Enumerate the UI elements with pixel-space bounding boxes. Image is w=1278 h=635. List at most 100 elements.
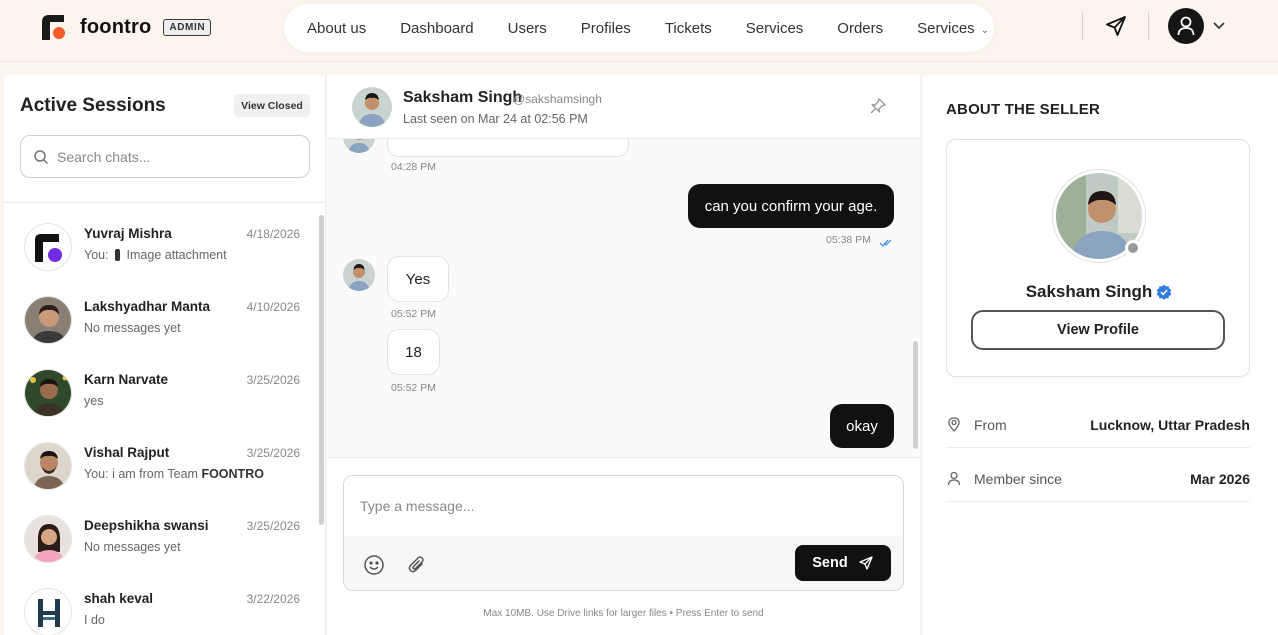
session-date: 4/10/2026 xyxy=(246,300,300,314)
message-input[interactable] xyxy=(344,476,903,536)
status-indicator xyxy=(1125,240,1141,256)
user-avatar-button[interactable] xyxy=(1168,8,1204,44)
send-button-label: Send xyxy=(812,555,848,571)
composer-toolbar: Send xyxy=(344,536,903,590)
session-item[interactable]: Deepshikha swansi 3/25/2026 No messages … xyxy=(4,507,318,577)
session-preview: You: i am from Team FOONTRO xyxy=(84,467,264,481)
message-time: 05:38 PM xyxy=(826,234,871,246)
message-bubble-outgoing: okay xyxy=(830,404,894,448)
nav-about-us[interactable]: About us xyxy=(307,20,366,37)
seller-card: Saksham Singh View Profile xyxy=(946,139,1250,377)
session-date: 3/25/2026 xyxy=(246,373,300,387)
avatar[interactable] xyxy=(352,87,392,127)
read-receipt-icon xyxy=(879,235,893,253)
message-bubble-incoming xyxy=(387,139,629,157)
seller-panel: ABOUT THE SELLER Saksham Singh View Prof… xyxy=(921,75,1278,635)
search-input[interactable] xyxy=(57,145,297,169)
message-list: 04:28 PM can you confirm your age. 05:38… xyxy=(327,139,920,457)
search-box xyxy=(20,135,310,178)
session-item[interactable]: shah keval 3/22/2026 I do xyxy=(4,580,318,635)
admin-badge: ADMIN xyxy=(163,18,212,36)
chat-header: Saksham Singh @sakshamsingh Last seen on… xyxy=(327,75,920,139)
avatar xyxy=(24,369,72,417)
seller-info-member-since: Member since Mar 2026 xyxy=(946,456,1250,502)
brand-name: foontro xyxy=(80,15,152,38)
session-list: Yuvraj Mishra 4/18/2026 You: Image attac… xyxy=(4,207,318,635)
send-button[interactable]: Send xyxy=(795,545,891,581)
nav-services-dropdown[interactable]: Services ⌄ xyxy=(917,20,989,37)
session-item[interactable]: Lakshyadhar Manta 4/10/2026 No messages … xyxy=(4,288,318,358)
user-icon xyxy=(1177,16,1195,36)
session-name: Karn Narvate xyxy=(84,372,169,387)
send-paper-plane-icon[interactable] xyxy=(1104,14,1128,38)
view-profile-button[interactable]: View Profile xyxy=(971,310,1225,350)
session-name: shah keval xyxy=(84,591,154,606)
from-label: From xyxy=(974,417,1007,433)
user-icon xyxy=(946,470,962,486)
chat-contact-name: Saksham Singh xyxy=(403,89,523,106)
foontro-logo-icon xyxy=(40,14,66,40)
session-preview: You: Image attachment xyxy=(84,248,227,262)
nav-orders[interactable]: Orders xyxy=(837,20,883,37)
session-date: 3/22/2026 xyxy=(246,592,300,606)
last-seen: Last seen on Mar 24 at 02:56 PM xyxy=(403,112,588,126)
chat-contact-handle: @sakshamsingh xyxy=(513,92,602,106)
emoji-icon[interactable] xyxy=(363,554,385,576)
message-bubble-incoming: Yes xyxy=(387,256,449,302)
nav-services[interactable]: Services xyxy=(746,20,804,37)
divider xyxy=(4,202,326,203)
nav-divider xyxy=(1082,12,1083,40)
chevron-down-icon[interactable] xyxy=(1212,18,1226,32)
session-date: 3/25/2026 xyxy=(246,446,300,460)
preview-prefix: You: xyxy=(84,248,109,262)
member-since-value: Mar 2026 xyxy=(1190,471,1250,487)
session-name: Vishal Rajput xyxy=(84,445,170,460)
session-preview: No messages yet xyxy=(84,540,181,554)
avatar xyxy=(24,515,72,563)
from-value: Lucknow, Uttar Pradesh xyxy=(1090,417,1250,433)
avatar xyxy=(24,442,72,490)
preview-brand: FOONTRO xyxy=(201,467,264,481)
chevron-down-icon: ⌄ xyxy=(980,24,990,36)
message-time: 05:52 PM xyxy=(391,308,436,320)
nav-users[interactable]: Users xyxy=(508,20,547,37)
location-pin-icon xyxy=(946,416,962,432)
image-attachment-icon xyxy=(115,249,121,261)
nav-dashboard[interactable]: Dashboard xyxy=(400,20,473,37)
pin-icon[interactable] xyxy=(869,97,887,115)
paperclip-icon[interactable] xyxy=(406,554,428,576)
avatar xyxy=(24,223,72,271)
message-time: 05:52 PM xyxy=(391,382,436,394)
member-since-label: Member since xyxy=(974,471,1062,487)
view-closed-button[interactable]: View Closed xyxy=(234,94,310,117)
verified-badge-icon xyxy=(1156,284,1172,305)
session-date: 3/25/2026 xyxy=(246,519,300,533)
avatar xyxy=(24,588,72,635)
nav-services-dropdown-label: Services xyxy=(917,19,975,37)
avatar xyxy=(343,139,375,153)
session-preview: I do xyxy=(84,613,105,627)
message-bubble-incoming: 18 xyxy=(387,329,440,375)
seller-info-from: From Lucknow, Uttar Pradesh xyxy=(946,402,1250,448)
session-preview: yes xyxy=(84,394,104,408)
session-name: Yuvraj Mishra xyxy=(84,226,172,241)
top-navbar: foontro ADMIN About us Dashboard Users P… xyxy=(0,0,1278,62)
session-item[interactable]: Karn Narvate 3/25/2026 yes xyxy=(4,361,318,431)
session-item[interactable]: Vishal Rajput 3/25/2026 You: i am from T… xyxy=(4,434,318,504)
session-name: Lakshyadhar Manta xyxy=(84,299,211,314)
brand[interactable]: foontro ADMIN xyxy=(40,14,212,40)
scrollbar[interactable] xyxy=(319,215,324,525)
session-preview: No messages yet xyxy=(84,321,181,335)
main-nav: About us Dashboard Users Profiles Ticket… xyxy=(284,4,994,52)
send-icon xyxy=(859,556,873,570)
preview-text: i am from Team xyxy=(112,467,198,481)
avatar xyxy=(343,259,375,291)
nav-tickets[interactable]: Tickets xyxy=(665,20,712,37)
message-time: 04:28 PM xyxy=(391,161,436,173)
seller-name-row: Saksham Singh xyxy=(947,282,1251,305)
avatar xyxy=(24,296,72,344)
session-item[interactable]: Yuvraj Mishra 4/18/2026 You: Image attac… xyxy=(4,215,318,285)
nav-profiles[interactable]: Profiles xyxy=(581,20,631,37)
message-composer: Send xyxy=(343,475,904,591)
scrollbar[interactable] xyxy=(913,341,918,449)
